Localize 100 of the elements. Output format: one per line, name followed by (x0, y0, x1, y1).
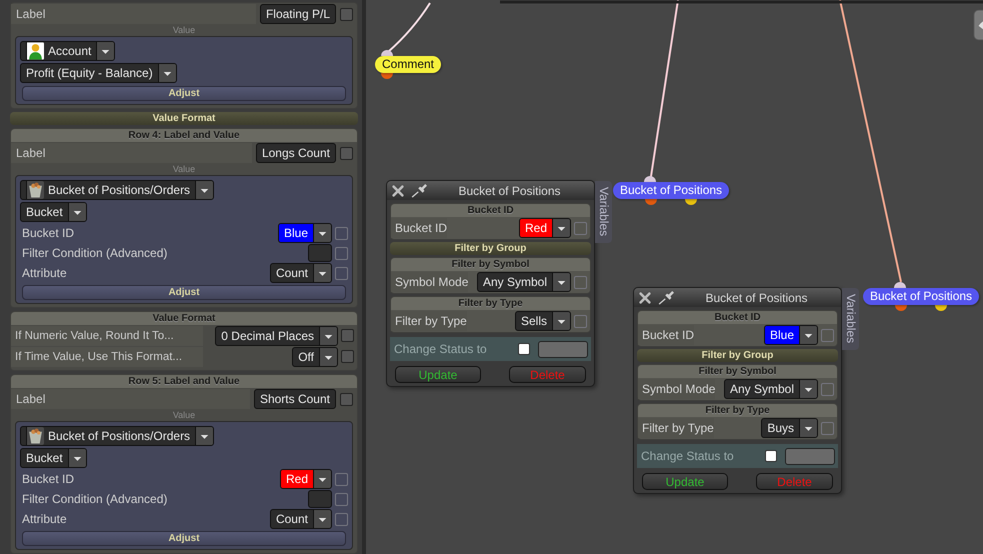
port-icon[interactable] (380, 49, 394, 56)
caret-icon (158, 64, 176, 82)
param-label: Attribute (22, 266, 68, 280)
dropdown[interactable]: Buys (761, 418, 818, 438)
param-label: Filter Condition (Advanced) (22, 246, 168, 260)
source-dropdown[interactable]: Account (20, 41, 116, 61)
caret-icon (195, 427, 214, 445)
checkbox[interactable] (341, 329, 354, 342)
checkbox[interactable] (574, 276, 587, 288)
checkbox[interactable] (574, 314, 587, 328)
checkbox[interactable] (765, 450, 777, 462)
checkbox[interactable] (574, 222, 587, 234)
source-dropdown[interactable]: Bucket of Positions/Orders (20, 426, 214, 446)
port-icon[interactable] (644, 199, 658, 206)
checkbox[interactable] (335, 512, 348, 526)
checkbox[interactable] (340, 392, 353, 406)
caret-icon (68, 449, 86, 467)
checkbox[interactable] (335, 226, 348, 240)
wire-line (387, 2, 431, 53)
node-label[interactable]: Comment (375, 56, 442, 73)
node-label[interactable]: Bucket of Positions (863, 288, 980, 305)
caret-icon (195, 181, 214, 199)
bucket-icon (26, 427, 44, 445)
caret-icon (96, 42, 114, 60)
port-icon[interactable] (894, 305, 908, 312)
adjust-button[interactable]: Adjust (22, 531, 346, 546)
panel-title: Bucket of Positions (457, 184, 562, 198)
port-icon[interactable] (934, 305, 948, 312)
node-label[interactable]: Bucket of Positions (613, 182, 730, 199)
label-value-field[interactable]: Longs Count (256, 143, 336, 163)
checkbox[interactable] (340, 146, 353, 160)
dropdown[interactable]: Count (270, 263, 332, 283)
dropdown[interactable]: Bucket (20, 202, 87, 222)
input-field[interactable] (308, 244, 332, 262)
person-icon (26, 42, 44, 60)
label-text: Label (11, 389, 250, 409)
label-value-field[interactable]: Shorts Count (254, 389, 336, 409)
label-value-field[interactable]: Floating P/L (260, 4, 336, 24)
side-tab[interactable]: Variables (842, 288, 859, 350)
checkbox[interactable] (335, 266, 348, 280)
caret-icon (552, 312, 570, 330)
section-header: Row 4: Label and Value (11, 129, 357, 142)
adjust-button[interactable]: Adjust (22, 285, 346, 300)
port-icon[interactable] (893, 281, 907, 288)
section-header[interactable]: Value Format (10, 112, 358, 125)
input-field[interactable] (538, 340, 588, 358)
port-icon[interactable] (684, 199, 698, 206)
dropdown[interactable]: Bucket (20, 448, 87, 468)
format-label: If Numeric Value, Round It To... (11, 326, 203, 346)
dropdown[interactable]: Blue (278, 223, 332, 243)
dropdown[interactable]: Off (292, 346, 338, 366)
checkbox[interactable] (335, 492, 348, 506)
bucket-icon (26, 181, 44, 199)
status-label: Change Status to (394, 342, 488, 356)
param-label: Filter Condition (Advanced) (22, 492, 168, 506)
section-header[interactable]: Filter by Group (637, 349, 838, 362)
close-icon[interactable] (391, 184, 405, 198)
port-icon[interactable] (643, 175, 657, 182)
checkbox[interactable] (821, 328, 834, 342)
input-field[interactable] (785, 448, 835, 464)
checkbox[interactable] (821, 382, 834, 396)
label-text: Label (11, 143, 252, 163)
caret-icon (68, 203, 86, 221)
checkbox[interactable] (518, 343, 530, 355)
checkbox[interactable] (341, 350, 354, 363)
param-label: Bucket ID (22, 226, 76, 240)
dropdown[interactable]: Blue (764, 325, 818, 345)
update-button[interactable]: Update (395, 366, 481, 383)
update-button[interactable]: Update (642, 473, 728, 490)
source-dropdown[interactable]: Bucket of Positions/Orders (20, 180, 214, 200)
value-caption: Value (172, 25, 196, 36)
adjust-button[interactable]: Adjust (22, 86, 346, 101)
side-tab[interactable]: Variables (595, 181, 612, 243)
caret-icon (552, 219, 570, 237)
value-caption: Value (172, 410, 196, 421)
caret-icon (319, 326, 337, 344)
value-caption: Value (172, 164, 196, 175)
input-field[interactable] (308, 490, 332, 508)
checkbox[interactable] (335, 472, 348, 486)
panel-title: Bucket of Positions (704, 290, 809, 304)
caret-icon (313, 224, 331, 242)
caret-icon (313, 510, 331, 528)
dropdown[interactable]: Profit (Equity - Balance) (20, 63, 177, 83)
dropdown[interactable]: Any Symbol (724, 379, 818, 399)
dropdown[interactable]: Red (518, 218, 571, 238)
checkbox[interactable] (340, 8, 353, 20)
caret-icon (799, 419, 817, 437)
format-label: If Time Value, Use This Format... (11, 346, 203, 366)
checkbox[interactable] (821, 422, 834, 434)
dropdown[interactable]: Count (270, 509, 332, 529)
dropdown[interactable]: Sells (514, 311, 571, 331)
close-icon[interactable] (638, 290, 652, 304)
caret-icon (313, 470, 331, 488)
dropdown[interactable]: Any Symbol (476, 272, 571, 292)
caret-icon (799, 380, 817, 398)
dropdown[interactable]: 0 Decimal Places (215, 326, 338, 346)
section-header[interactable]: Filter by Group (390, 242, 591, 255)
checkbox[interactable] (335, 246, 348, 260)
param-label: Attribute (22, 512, 68, 526)
dropdown[interactable]: Red (280, 469, 332, 489)
